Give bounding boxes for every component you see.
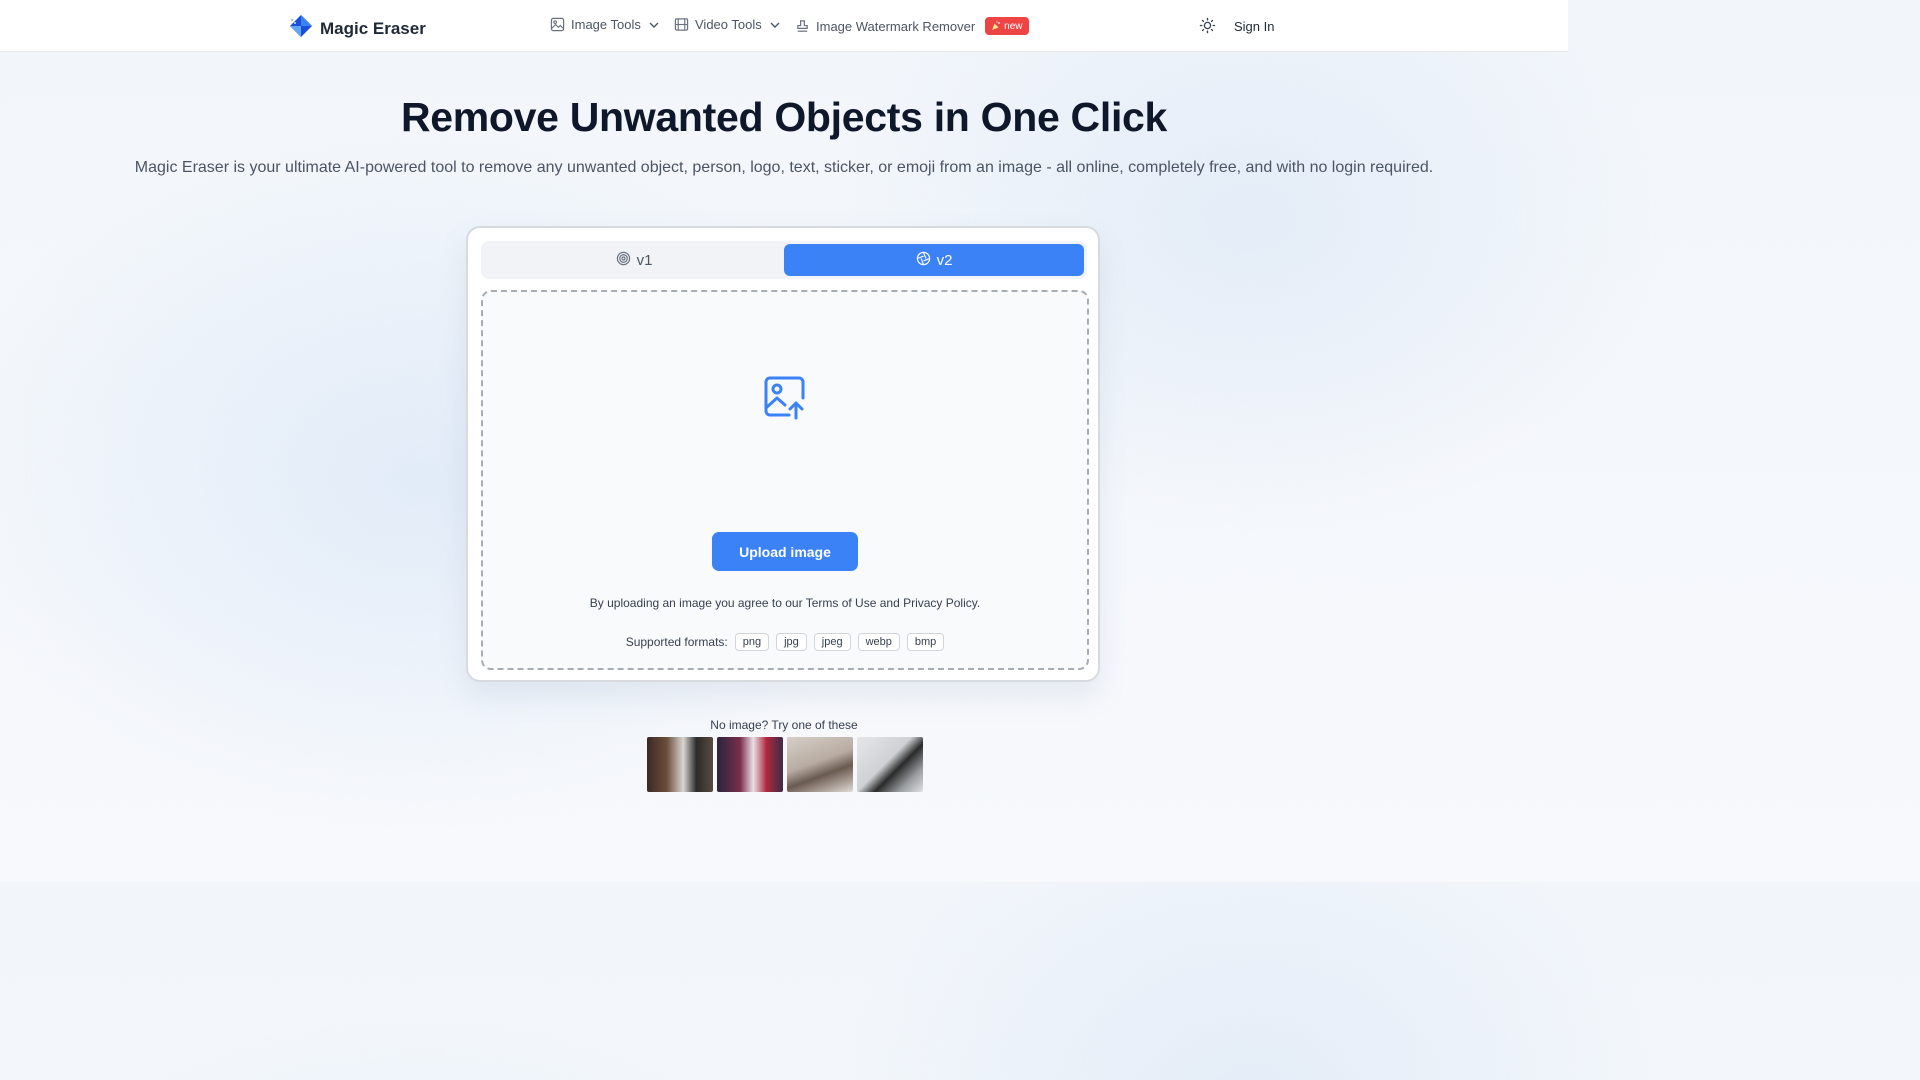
- upload-image-button[interactable]: Upload image: [712, 532, 858, 571]
- format-badge: bmp: [906, 633, 945, 651]
- brand-logo[interactable]: Magic Eraser: [288, 13, 426, 44]
- sign-in-link[interactable]: Sign In: [1234, 19, 1274, 34]
- sample-images-label: No image? Try one of these: [710, 718, 858, 732]
- nav-watermark-remover-label: Image Watermark Remover: [816, 18, 976, 34]
- image-icon: [550, 17, 565, 32]
- chevron-down-icon: [647, 18, 661, 32]
- nav-image-tools-label: Image Tools: [571, 17, 641, 32]
- format-badge: jpg: [776, 633, 807, 651]
- page-title: Remove Unwanted Objects in One Click: [400, 94, 1168, 140]
- nav-video-tools[interactable]: Video Tools: [674, 17, 782, 32]
- stamp-icon: [795, 19, 810, 34]
- page-subtitle: Magic Eraser is your ultimate AI-powered…: [134, 159, 1434, 176]
- sun-icon[interactable]: [1199, 17, 1216, 39]
- format-badge: jpeg: [813, 633, 851, 651]
- sample-image-thumbnail[interactable]: [647, 737, 713, 792]
- formats-label: Supported formats:: [625, 635, 728, 649]
- sample-image-thumbnail[interactable]: [787, 737, 853, 792]
- aperture-icon: [916, 251, 931, 270]
- party-icon: [991, 21, 1001, 31]
- new-badge-label: new: [1004, 20, 1023, 32]
- upload-card: v1 v2 Upload image By uploading an image…: [466, 226, 1100, 682]
- nav-image-watermark-remover[interactable]: Image Watermark Remover new: [795, 17, 1029, 35]
- tab-v2[interactable]: v2: [784, 244, 1084, 276]
- format-badge: webp: [857, 633, 900, 651]
- nav-image-tools[interactable]: Image Tools: [550, 17, 661, 32]
- image-upload-icon: [762, 374, 808, 425]
- film-icon: [674, 17, 689, 32]
- tab-v1-label: v1: [636, 251, 653, 269]
- terms-notice: By uploading an image you agree to our T…: [589, 596, 981, 610]
- tab-v1[interactable]: v1: [484, 244, 784, 276]
- sample-image-thumbnail[interactable]: [857, 737, 923, 792]
- new-badge: new: [985, 17, 1029, 35]
- supported-formats: Supported formats: png jpg jpeg webp bmp: [483, 633, 1087, 651]
- brand-name: Magic Eraser: [320, 18, 426, 38]
- image-dropzone[interactable]: Upload image By uploading an image you a…: [481, 290, 1089, 670]
- spiral-icon: [616, 251, 631, 270]
- sample-images: [647, 737, 923, 792]
- version-tabs: v1 v2: [481, 241, 1087, 279]
- chevron-down-icon: [768, 18, 782, 32]
- nav-video-tools-label: Video Tools: [695, 17, 762, 32]
- format-badge: png: [734, 633, 770, 651]
- top-navigation-bar: Magic Eraser Image Tools Video Tools Ima…: [0, 0, 1568, 52]
- tab-v2-label: v2: [936, 251, 953, 269]
- sample-image-thumbnail[interactable]: [717, 737, 783, 792]
- magic-eraser-logo-icon: [288, 13, 314, 44]
